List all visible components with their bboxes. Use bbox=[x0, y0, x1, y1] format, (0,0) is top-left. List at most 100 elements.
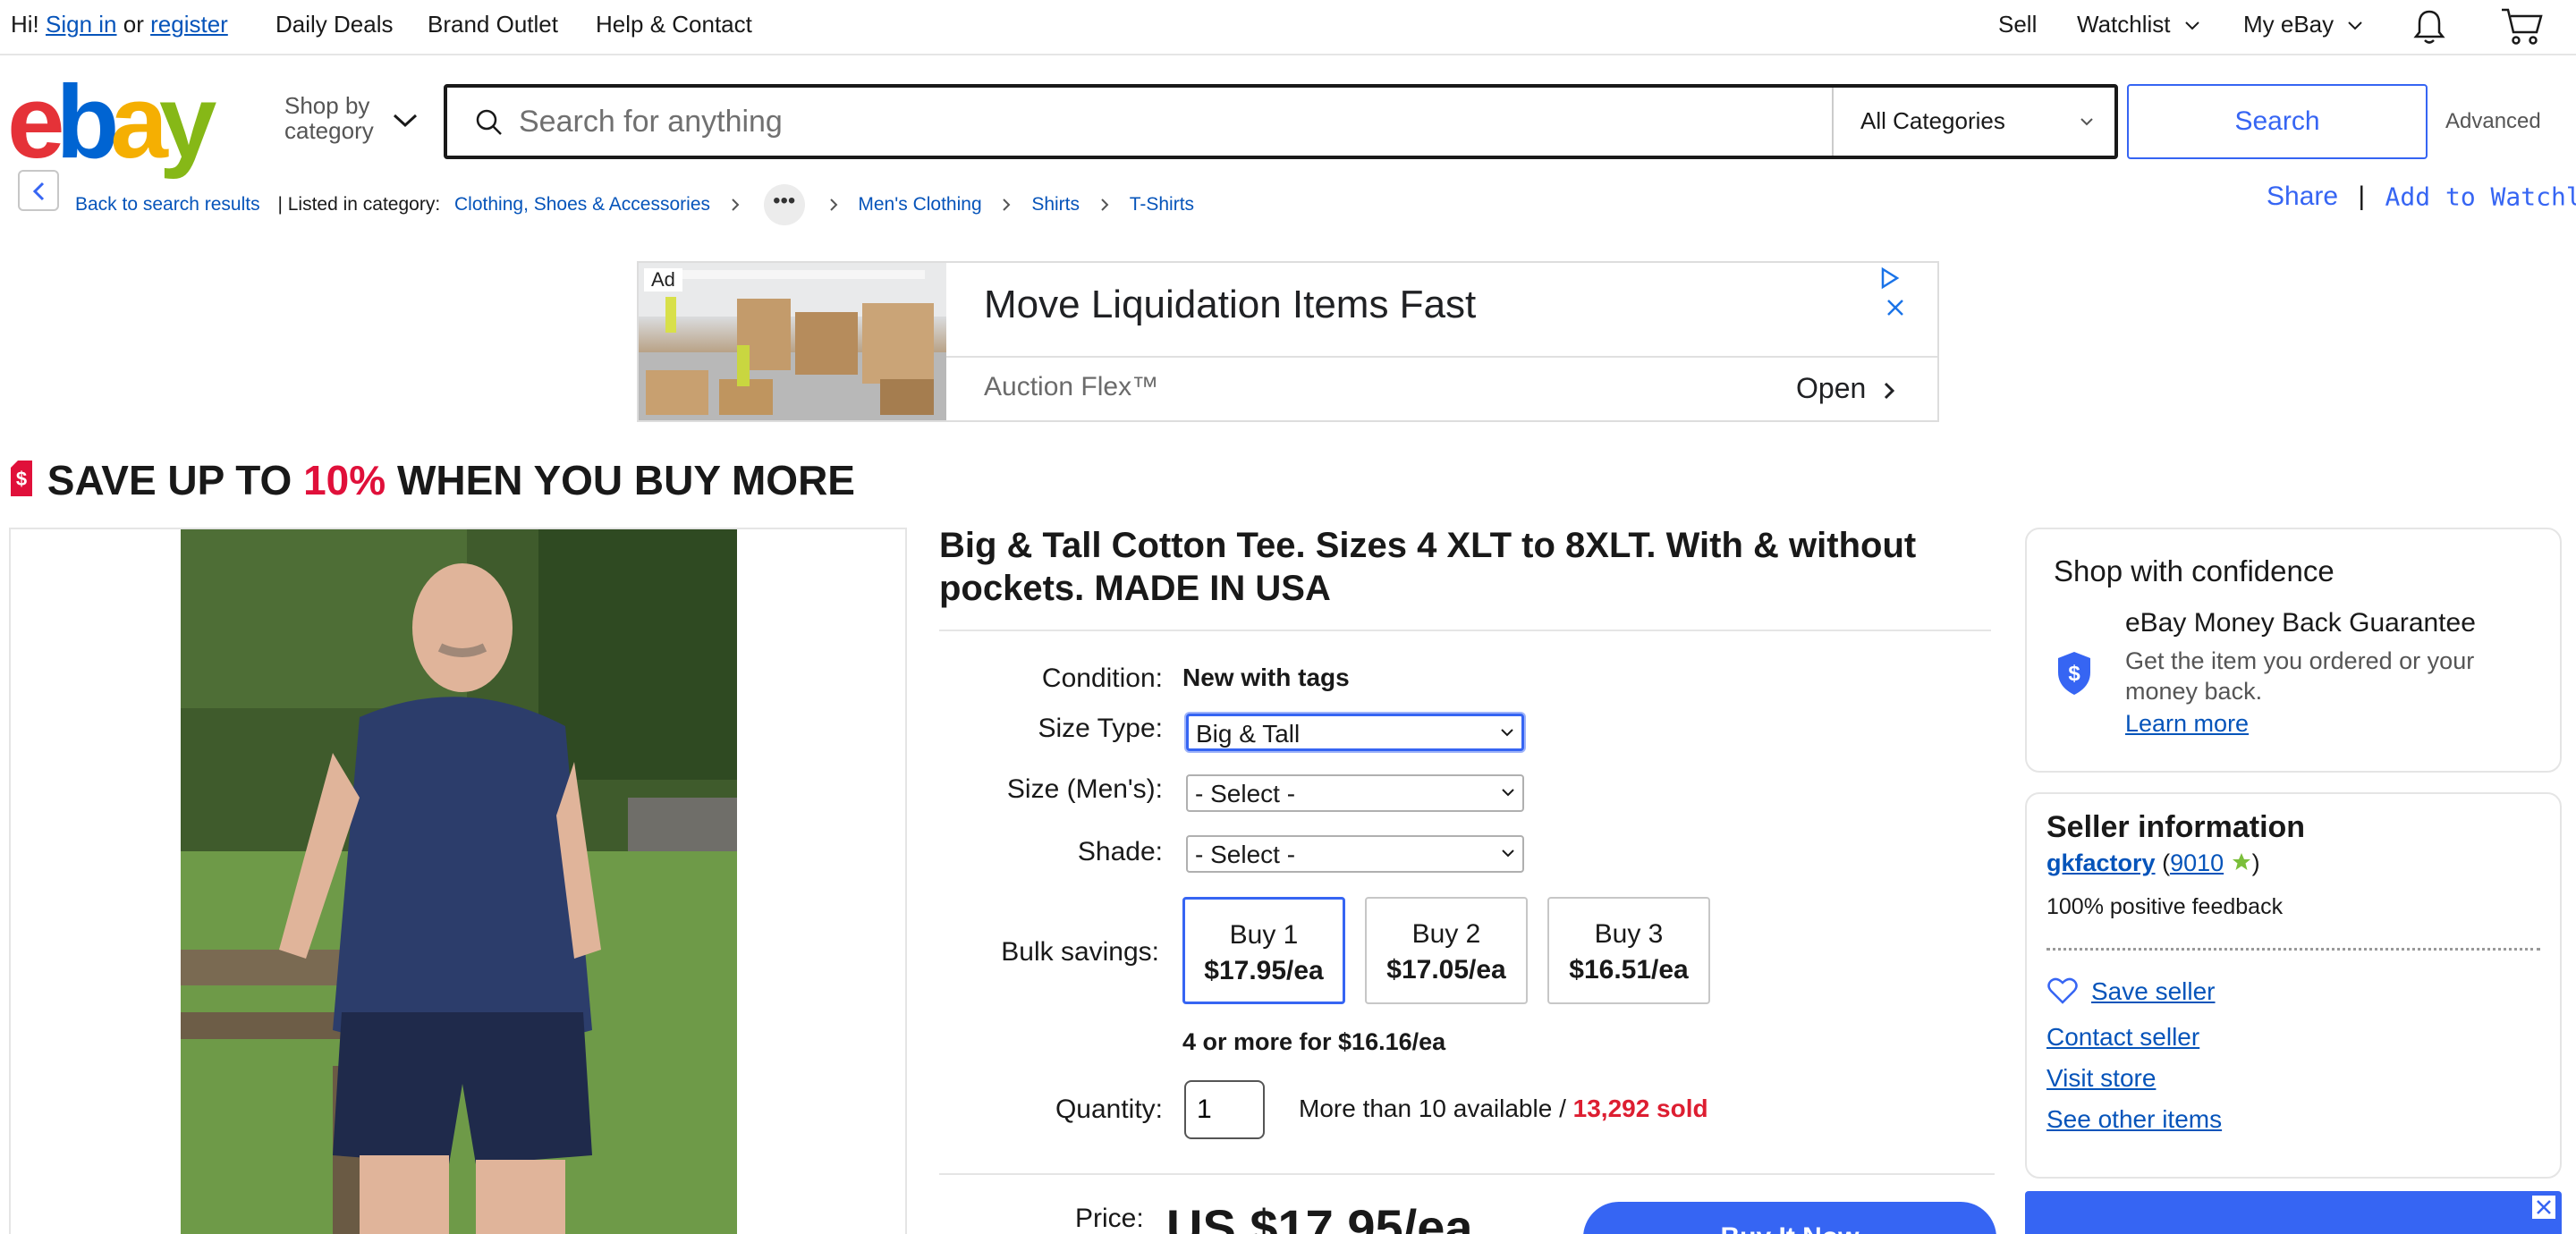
bell-icon[interactable] bbox=[2410, 7, 2449, 46]
other-items-link[interactable]: See other items bbox=[2046, 1105, 2222, 1134]
search-button[interactable]: Search bbox=[2127, 84, 2428, 159]
daily-deals-link[interactable]: Daily Deals bbox=[275, 11, 394, 38]
bulk-tier-2[interactable]: Buy 2 $17.05/ea bbox=[1365, 897, 1528, 1004]
add-to-watchlist-link[interactable]: Add to Watchlist bbox=[2385, 182, 2576, 212]
shade-select[interactable]: - Select - bbox=[1186, 835, 1524, 873]
positive-feedback: 100% positive feedback bbox=[2046, 894, 2284, 919]
breadcrumb-more-button[interactable]: ••• bbox=[763, 184, 805, 225]
tier-qty: Buy 3 bbox=[1594, 919, 1664, 949]
watchlist-label: Watchlist bbox=[2077, 11, 2171, 38]
search-bar: All Categories bbox=[444, 84, 2118, 159]
chevron-down-icon bbox=[1502, 849, 1514, 858]
bulk-tier-3[interactable]: Buy 3 $16.51/ea bbox=[1547, 897, 1710, 1004]
sold-count: 13,292 sold bbox=[1572, 1095, 1708, 1122]
divider bbox=[939, 1173, 1995, 1175]
save-seller-button[interactable]: Save seller bbox=[2046, 976, 2216, 1006]
item-photo[interactable] bbox=[181, 529, 737, 1234]
product-photo bbox=[181, 529, 737, 1234]
sidebar-advertisement[interactable] bbox=[2025, 1191, 2562, 1234]
visit-store-link[interactable]: Visit store bbox=[2046, 1064, 2156, 1093]
chevron-right-icon bbox=[732, 199, 740, 211]
chevron-right-icon bbox=[1003, 199, 1011, 211]
size-type-value: Big & Tall bbox=[1196, 720, 1301, 748]
breadcrumb-link-t-shirts[interactable]: T-Shirts bbox=[1130, 194, 1194, 215]
availability: More than 10 available / 13,292 sold bbox=[1299, 1095, 1708, 1123]
banner-prefix: SAVE UP TO bbox=[47, 457, 304, 503]
quantity-label: Quantity: bbox=[1055, 1095, 1163, 1124]
seller-name-link[interactable]: gkfactory bbox=[2046, 849, 2156, 876]
sell-link[interactable]: Sell bbox=[1998, 11, 2037, 38]
chevron-down-icon bbox=[1501, 729, 1513, 737]
size-type-select[interactable]: Big & Tall bbox=[1186, 714, 1524, 751]
advertisement-banner[interactable]: Ad Move Liquidation Items Fast Auction F… bbox=[637, 261, 1939, 422]
chevron-down-icon bbox=[2348, 21, 2363, 30]
ad-image: Ad bbox=[639, 263, 946, 420]
availability-text: More than 10 available / bbox=[1299, 1095, 1573, 1122]
watchlist-menu[interactable]: Watchlist bbox=[2077, 11, 2200, 38]
logo-letter-a: a bbox=[110, 63, 167, 180]
logo-letter-y: y bbox=[158, 63, 216, 180]
bulk-savings-label: Bulk savings: bbox=[1001, 937, 1159, 967]
seller-heading: Seller information bbox=[2046, 810, 2306, 844]
close-icon[interactable] bbox=[2531, 1195, 2556, 1220]
save-seller-label[interactable]: Save seller bbox=[2091, 977, 2216, 1005]
breadcrumb: Back to search results | Listed in categ… bbox=[75, 184, 1194, 225]
ad-open-button[interactable]: Open bbox=[1796, 372, 1895, 405]
breadcrumb-link-clothing[interactable]: Clothing, Shoes & Accessories bbox=[454, 194, 710, 215]
category-select[interactable]: All Categories bbox=[1832, 88, 2114, 156]
chevron-right-icon bbox=[829, 199, 837, 211]
chevron-down-icon bbox=[2185, 21, 2199, 30]
ebay-logo[interactable]: ebay bbox=[7, 70, 216, 173]
divider bbox=[2046, 948, 2540, 951]
tier-price: $16.51/ea bbox=[1569, 955, 1689, 985]
breadcrumb-link-shirts[interactable]: Shirts bbox=[1031, 194, 1080, 215]
condition-label: Condition: bbox=[1041, 663, 1163, 693]
shop-by-line2: category bbox=[284, 117, 374, 144]
banner-percent: 10% bbox=[303, 457, 386, 503]
feedback-score-link[interactable]: 9010 bbox=[2170, 849, 2224, 876]
tier-price: $17.95/ea bbox=[1204, 956, 1324, 985]
cart-icon[interactable] bbox=[2499, 5, 2544, 46]
tier-price: $17.05/ea bbox=[1386, 955, 1506, 985]
size-type-label: Size Type: bbox=[1038, 714, 1163, 743]
close-icon[interactable] bbox=[1884, 296, 1907, 319]
search-input[interactable] bbox=[519, 102, 1860, 141]
back-to-results-link[interactable]: Back to search results bbox=[75, 194, 260, 215]
bulk-savings-banner: $ SAVE UP TO 10% WHEN YOU BUY MORE bbox=[7, 456, 855, 504]
ad-title[interactable]: Move Liquidation Items Fast bbox=[984, 283, 1476, 327]
register-link[interactable]: register bbox=[150, 11, 228, 38]
chevron-right-icon bbox=[1101, 199, 1109, 211]
help-contact-link[interactable]: Help & Contact bbox=[596, 11, 752, 38]
shade-label: Shade: bbox=[1077, 837, 1163, 866]
advanced-search-link[interactable]: Advanced bbox=[2445, 109, 2541, 134]
bulk-tier-1[interactable]: Buy 1 $17.95/ea bbox=[1182, 897, 1345, 1004]
size-label: Size (Men's): bbox=[1006, 774, 1163, 804]
seller-information-card: Seller information gkfactory (9010 ) 100… bbox=[2025, 792, 2562, 1179]
breadcrumb-link-mens-clothing[interactable]: Men's Clothing bbox=[858, 194, 981, 215]
my-ebay-menu[interactable]: My eBay bbox=[2243, 11, 2363, 38]
star-icon bbox=[2232, 853, 2250, 870]
item-image-gallery[interactable] bbox=[9, 528, 907, 1234]
chevron-down-icon bbox=[1502, 789, 1514, 797]
guarantee-title: eBay Money Back Guarantee bbox=[2125, 608, 2476, 638]
svg-text:$: $ bbox=[16, 468, 27, 490]
svg-text:$: $ bbox=[2068, 662, 2080, 686]
divider: | bbox=[2358, 182, 2366, 212]
quantity-input[interactable] bbox=[1184, 1080, 1265, 1139]
shop-by-category-button[interactable]: Shop by category bbox=[284, 93, 418, 144]
back-button[interactable] bbox=[18, 170, 59, 211]
price-label: Price: bbox=[1075, 1204, 1144, 1233]
logo-letter-e: e bbox=[7, 63, 64, 180]
adchoices-icon[interactable] bbox=[1877, 265, 1903, 292]
or-text: or bbox=[123, 11, 144, 38]
sign-in-link[interactable]: Sign in bbox=[46, 11, 117, 38]
contact-seller-link[interactable]: Contact seller bbox=[2046, 1023, 2199, 1052]
learn-more-link[interactable]: Learn more bbox=[2125, 710, 2249, 738]
share-link[interactable]: Share bbox=[2267, 182, 2338, 211]
seller-name-row: gkfactory (9010 ) bbox=[2046, 849, 2260, 876]
banner-suffix: WHEN YOU BUY MORE bbox=[386, 457, 855, 503]
size-select[interactable]: - Select - bbox=[1186, 774, 1524, 812]
chevron-down-icon bbox=[393, 114, 418, 128]
buy-it-now-button[interactable]: Buy It Now bbox=[1583, 1202, 1996, 1234]
brand-outlet-link[interactable]: Brand Outlet bbox=[428, 11, 558, 38]
